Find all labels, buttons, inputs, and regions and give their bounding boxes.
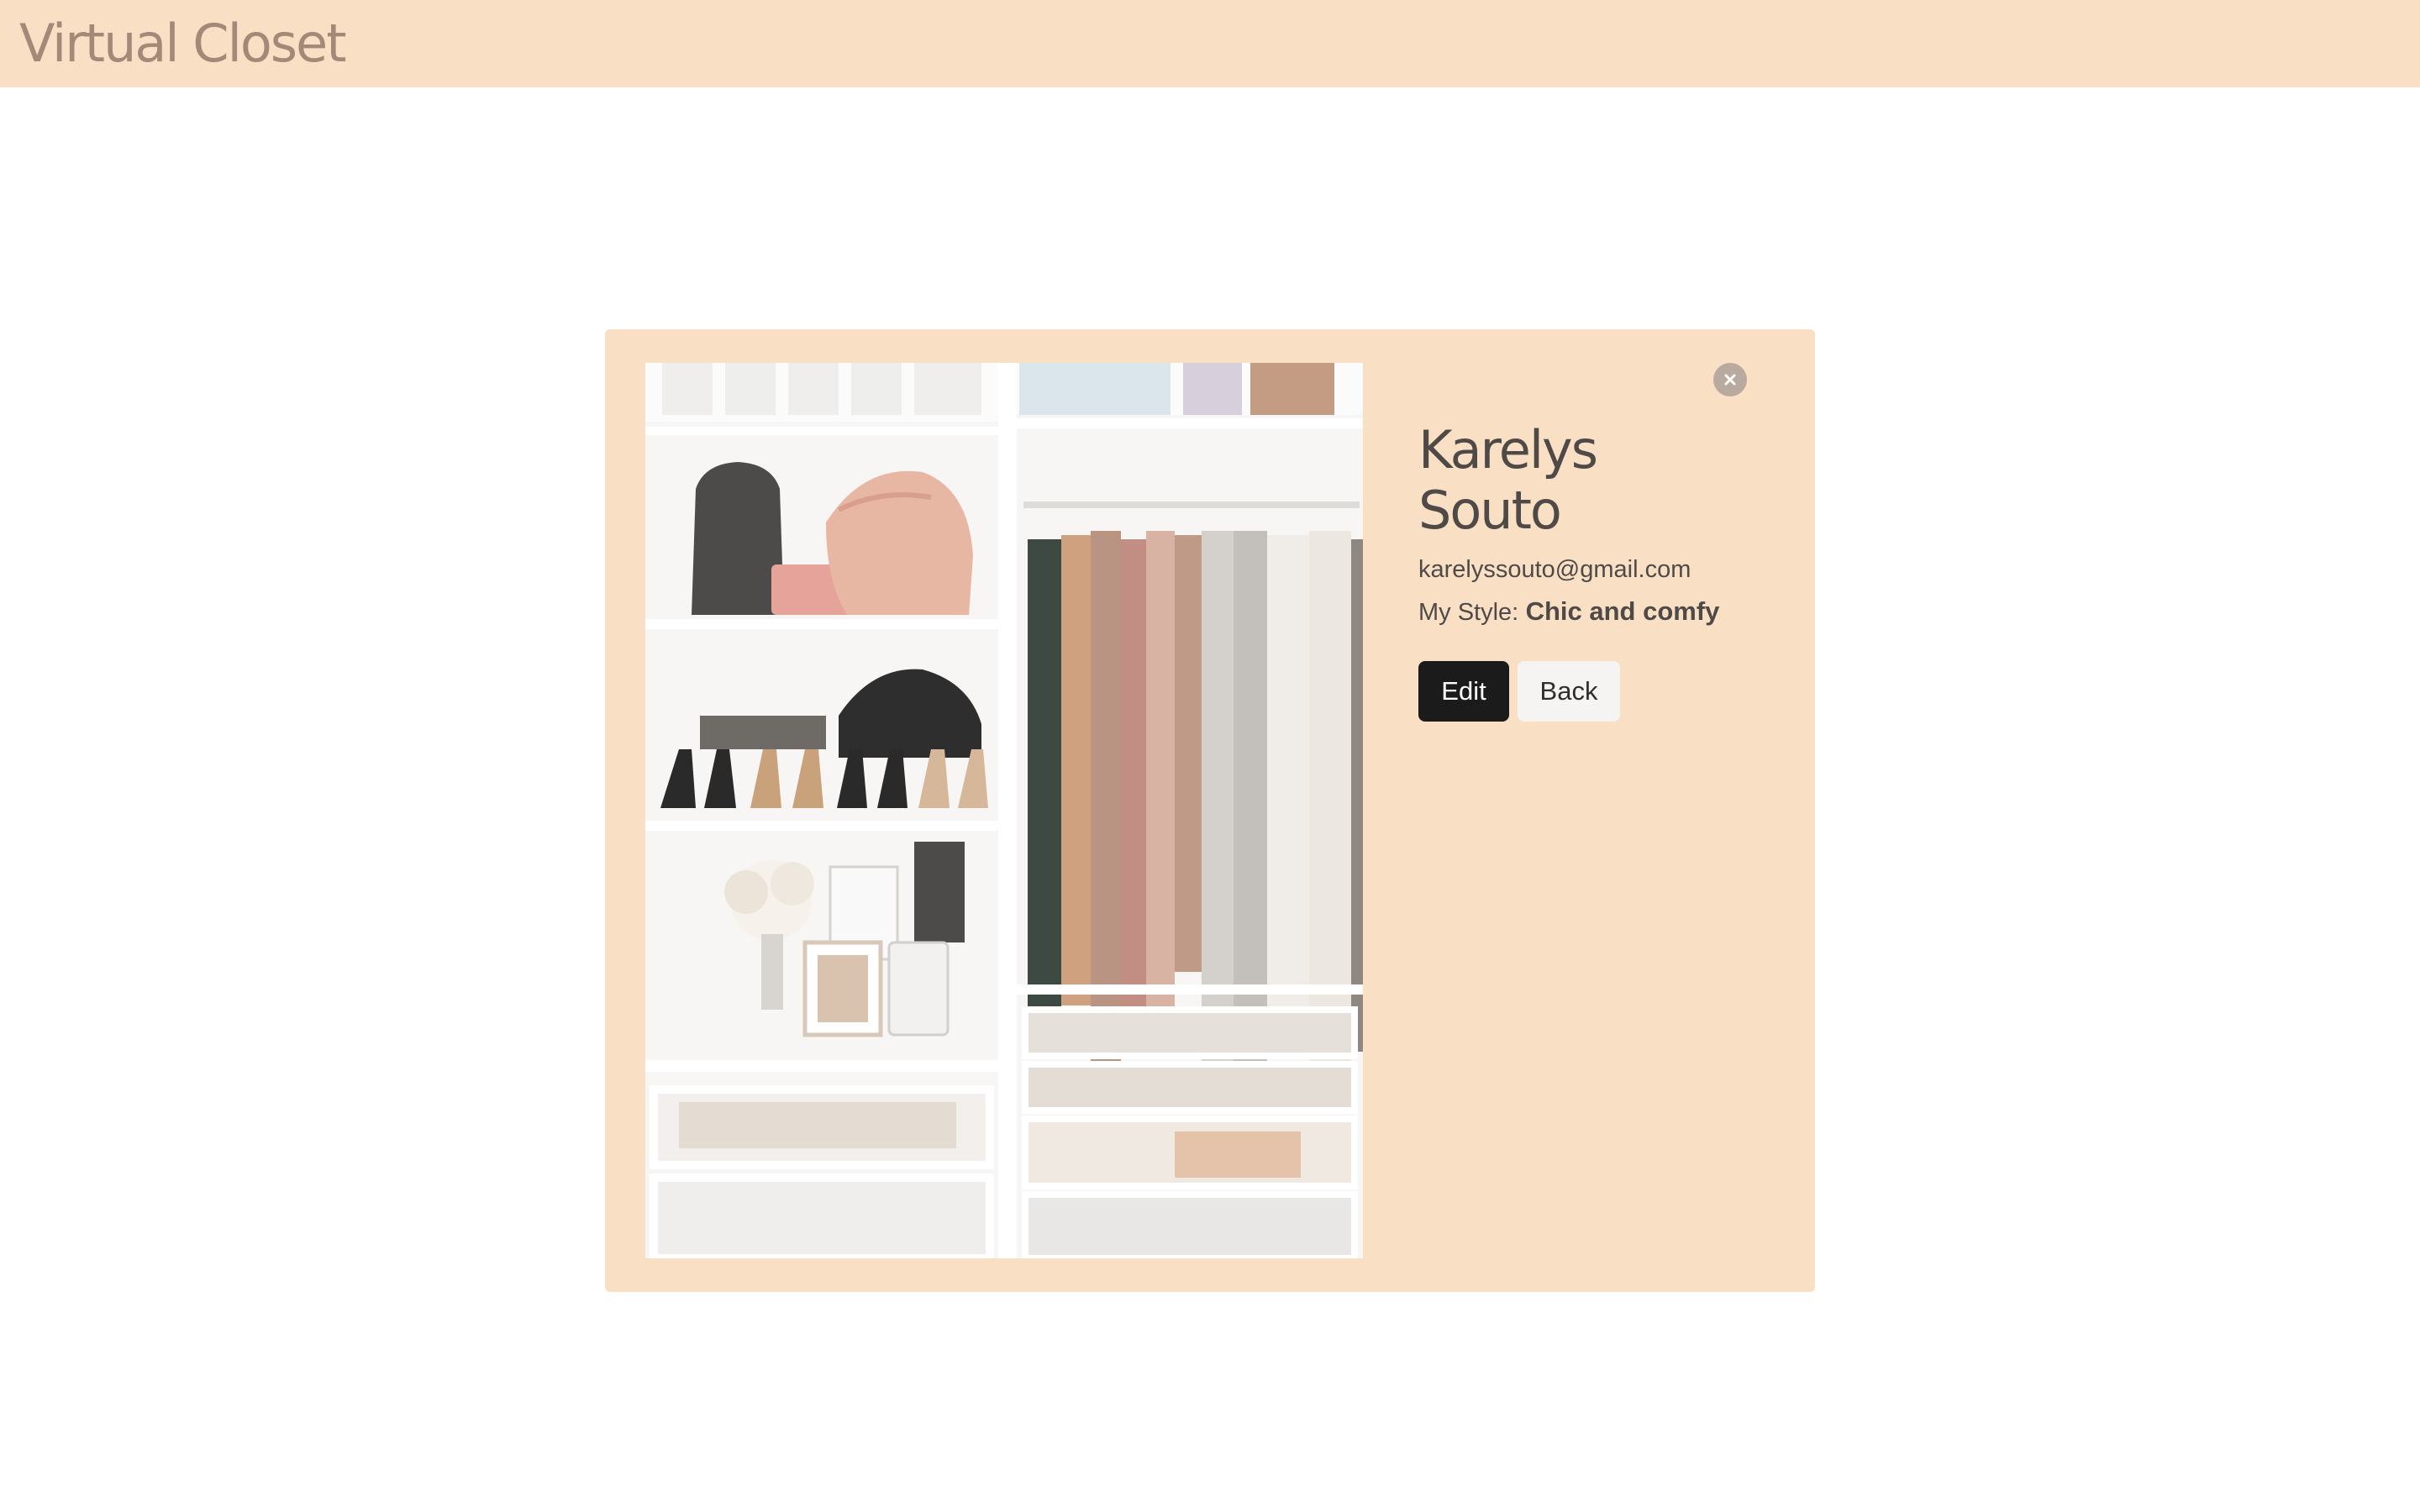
edit-button[interactable]: Edit bbox=[1418, 661, 1509, 722]
first-name: Karelys bbox=[1418, 419, 1598, 480]
style-label: My Style: bbox=[1418, 599, 1519, 626]
profile-info: Karelys Souto karelyssouto@gmail.com My … bbox=[1418, 420, 1738, 722]
closet-photo bbox=[645, 363, 1363, 1258]
app-title[interactable]: Virtual Closet bbox=[19, 12, 347, 76]
last-name: Souto bbox=[1418, 480, 1562, 541]
action-buttons: Edit Back bbox=[1418, 661, 1738, 722]
profile-name: Karelys Souto bbox=[1418, 420, 1738, 541]
profile-email: karelyssouto@gmail.com bbox=[1418, 556, 1691, 583]
close-button[interactable] bbox=[1713, 363, 1747, 396]
top-navbar: Virtual Closet bbox=[0, 0, 2420, 87]
profile-style: My Style: Chic and comfy bbox=[1418, 591, 1738, 633]
profile-card: Karelys Souto karelyssouto@gmail.com My … bbox=[605, 329, 1815, 1292]
close-icon bbox=[1724, 374, 1736, 386]
back-button[interactable]: Back bbox=[1518, 661, 1620, 722]
style-value: Chic and comfy bbox=[1525, 596, 1720, 626]
